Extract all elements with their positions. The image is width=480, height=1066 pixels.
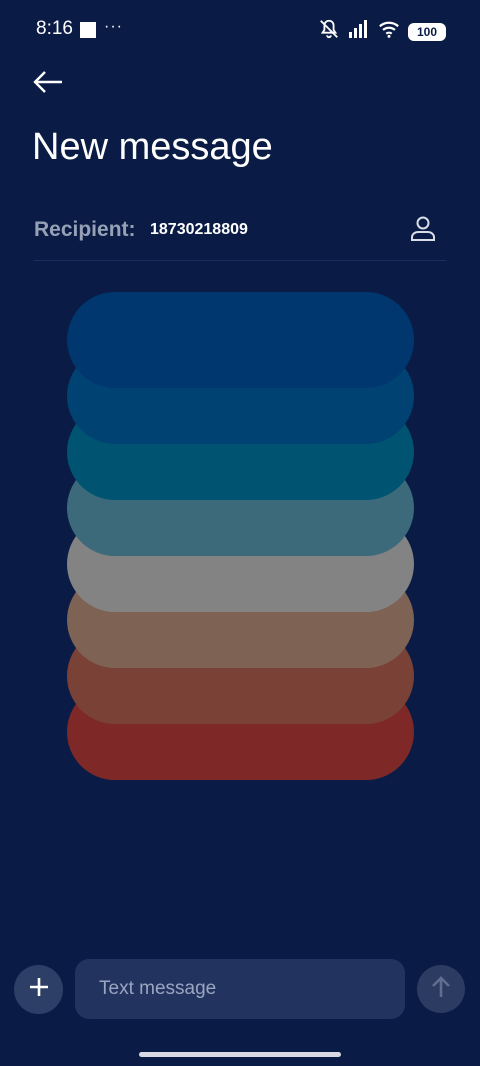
attachment-image[interactable] <box>67 292 414 782</box>
contact-picker-button[interactable] <box>406 212 440 248</box>
page-title: New message <box>32 126 273 168</box>
person-icon <box>409 214 437 247</box>
status-time: 8:16 <box>36 18 73 39</box>
home-indicator[interactable] <box>139 1052 341 1057</box>
arrow-up-icon <box>430 975 452 1004</box>
status-bar: 8:16 ··· 100 <box>0 0 480 60</box>
recipient-label: Recipient: <box>34 218 136 241</box>
arrow-left-icon <box>32 70 64 99</box>
battery-icon: 100 <box>408 22 446 41</box>
back-button[interactable] <box>26 62 70 106</box>
signal-icon <box>348 19 370 44</box>
attachment-pill-shape <box>67 292 414 388</box>
notification-square-icon <box>80 22 96 38</box>
recipient-row: Recipient: 18730218809 <box>34 208 446 261</box>
message-input[interactable] <box>75 959 405 1019</box>
status-icons: 100 <box>318 18 446 45</box>
plus-icon <box>28 976 50 1003</box>
recipient-field[interactable]: 18730218809 <box>150 221 248 239</box>
silent-bell-icon <box>318 18 340 45</box>
wifi-icon <box>378 19 400 44</box>
send-button[interactable] <box>417 965 465 1013</box>
add-attachment-button[interactable] <box>14 965 63 1014</box>
more-notifications-icon: ··· <box>104 18 123 35</box>
